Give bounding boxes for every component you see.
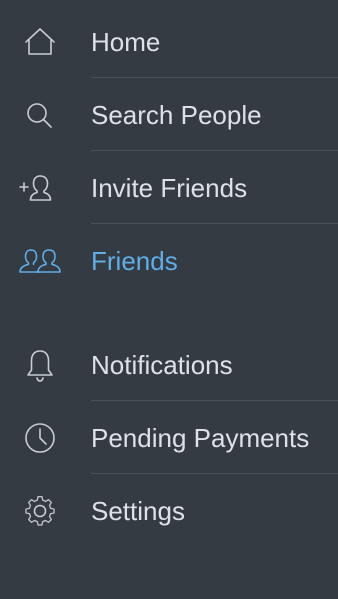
home-icon: [16, 22, 64, 62]
friends-icon: [16, 241, 64, 281]
side-menu: Home Search People Invite Friends Friend…: [0, 0, 338, 599]
menu-item-label: Friends: [91, 245, 178, 276]
search-icon: [16, 95, 64, 135]
menu-item-home[interactable]: Home: [0, 5, 338, 78]
bell-icon: [16, 345, 64, 385]
menu-item-invite-friends[interactable]: Invite Friends: [0, 151, 338, 224]
menu-item-label: Pending Payments: [91, 422, 310, 453]
menu-item-label: Settings: [91, 495, 185, 526]
gear-icon: [16, 491, 64, 531]
menu-item-search-people[interactable]: Search People: [0, 78, 338, 151]
menu-item-notifications[interactable]: Notifications: [0, 328, 338, 401]
menu-item-friends[interactable]: Friends: [0, 224, 338, 297]
add-person-icon: [16, 168, 64, 208]
menu-item-label: Invite Friends: [91, 172, 248, 203]
menu-item-label: Notifications: [91, 349, 233, 380]
menu-item-pending-payments[interactable]: Pending Payments: [0, 401, 338, 474]
clock-icon: [16, 418, 64, 458]
menu-item-settings[interactable]: Settings: [0, 474, 338, 547]
menu-item-label: Search People: [91, 99, 262, 130]
menu-item-label: Home: [91, 26, 161, 57]
